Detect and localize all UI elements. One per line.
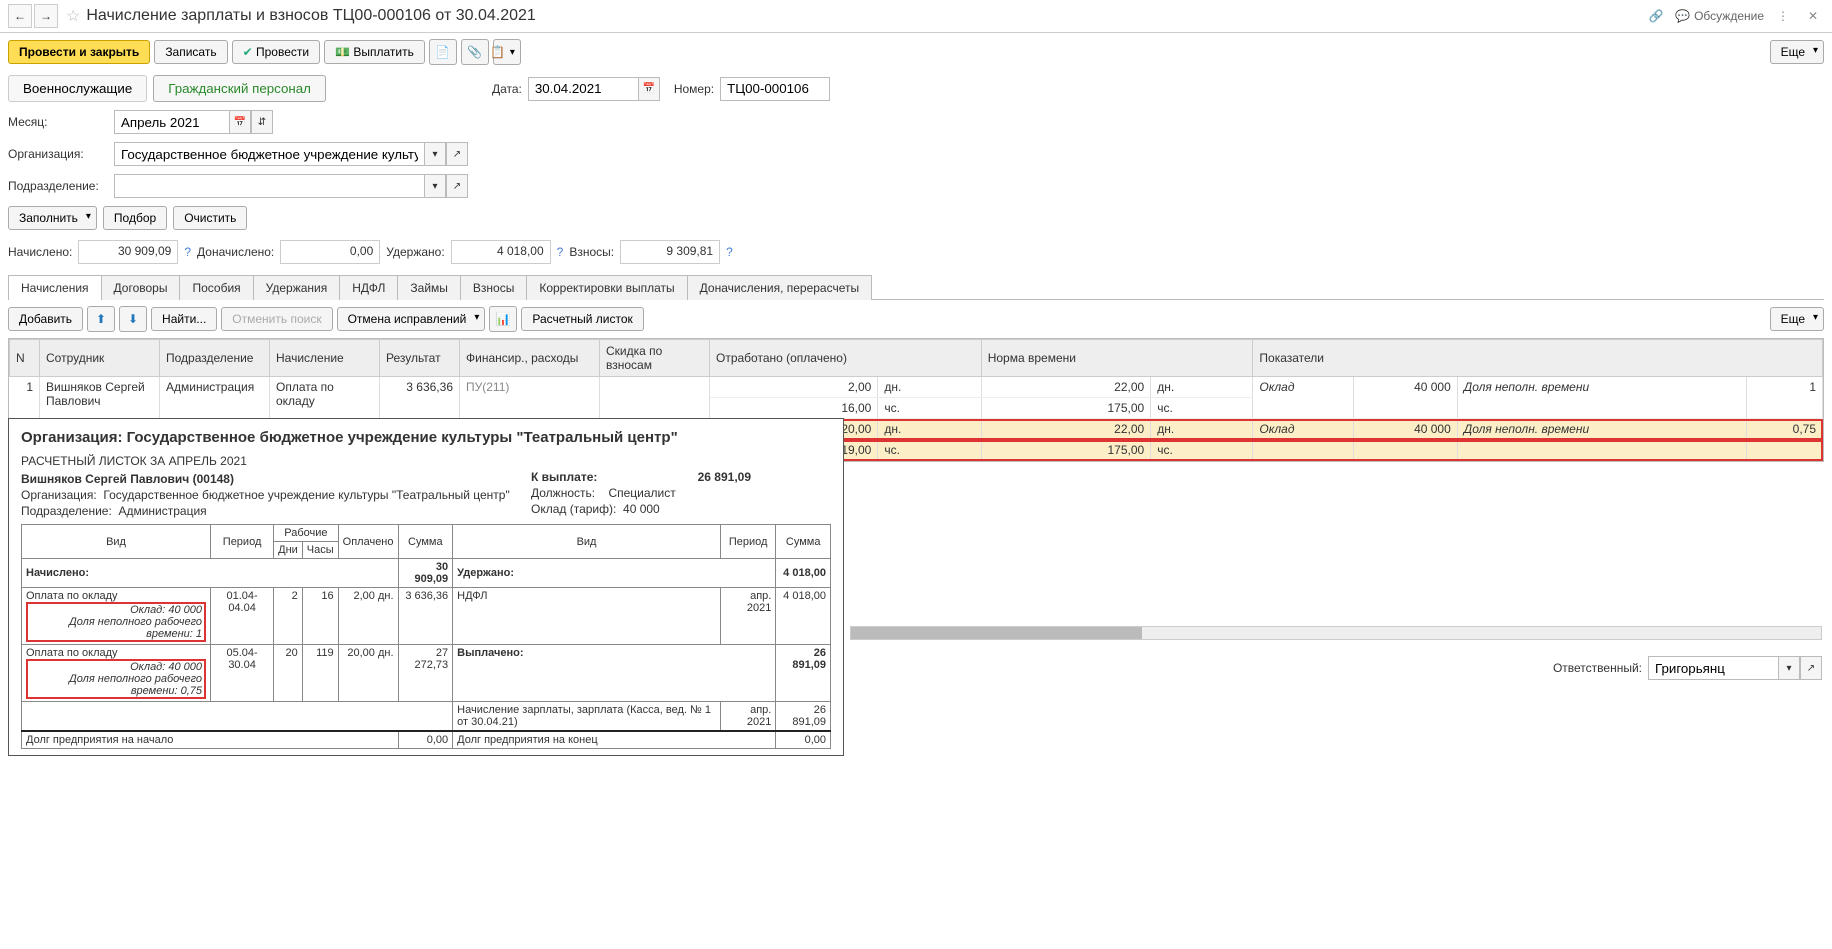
horizontal-scrollbar[interactable]	[850, 626, 1822, 640]
accrued-label: Начислено:	[8, 245, 72, 259]
col-indicators[interactable]: Показатели	[1253, 340, 1823, 377]
contrib-help-icon[interactable]: ?	[726, 245, 733, 259]
main-toolbar: Провести и закрыть Записать ✔ Провести 💵…	[0, 33, 1832, 71]
accrued-extra-label: Доначислено:	[197, 245, 274, 259]
scroll-thumb[interactable]	[851, 627, 1142, 639]
star-icon[interactable]: ☆	[66, 6, 80, 26]
org-label: Организация:	[8, 147, 108, 161]
select-button[interactable]: Подбор	[103, 206, 167, 230]
header-bar: ← → ☆ Начисление зарплаты и взносов ТЦ00…	[0, 0, 1832, 33]
division-input[interactable]	[114, 174, 424, 198]
number-input[interactable]	[720, 77, 830, 101]
move-down-button[interactable]: ⬇	[119, 306, 147, 332]
cancel-find-button[interactable]: Отменить поиск	[221, 307, 332, 331]
tab-civilian[interactable]: Гражданский персонал	[153, 75, 326, 102]
calendar-icon[interactable]: 📅	[638, 77, 660, 101]
cancel-fix-button[interactable]: Отмена исправлений	[337, 307, 486, 331]
more-menu-icon[interactable]: ⋮	[1772, 5, 1794, 27]
responsible-input[interactable]	[1648, 656, 1778, 680]
inner-toolbar: Добавить ⬆ ⬇ Найти... Отменить поиск Отм…	[0, 300, 1832, 338]
org-dropdown-icon[interactable]: ▾	[424, 142, 446, 166]
division-label: Подразделение:	[8, 179, 108, 193]
back-button[interactable]: ←	[8, 4, 32, 28]
withheld-value: 4 018,00	[451, 240, 551, 264]
responsible-dropdown-icon[interactable]: ▾	[1778, 656, 1800, 680]
withheld-label: Удержано:	[386, 245, 444, 259]
contrib-label: Взносы:	[569, 245, 614, 259]
pay-button[interactable]: 💵 Выплатить	[324, 40, 425, 64]
withheld-help-icon[interactable]: ?	[557, 245, 564, 259]
payslip-employee: Вишняков Сергей Павлович (00148)	[21, 472, 531, 486]
org-input[interactable]	[114, 142, 424, 166]
link-icon[interactable]: 🔗	[1645, 5, 1667, 27]
tab-contracts[interactable]: Договоры	[101, 275, 181, 300]
col-accrual[interactable]: Начисление	[270, 340, 380, 377]
month-stepper-icon[interactable]: ⇵	[251, 110, 273, 134]
copy-dropdown-button[interactable]: 📋	[493, 39, 521, 65]
division-open-icon[interactable]: ↗	[446, 174, 468, 198]
date-label: Дата:	[492, 82, 522, 96]
org-open-icon[interactable]: ↗	[446, 142, 468, 166]
payslip-subtitle: РАСЧЕТНЫЙ ЛИСТОК ЗА АПРЕЛЬ 2021	[21, 454, 831, 468]
contrib-value: 9 309,81	[620, 240, 720, 264]
payslip-table: Вид Период Рабочие Оплачено Сумма Вид Пе…	[21, 524, 831, 749]
add-button[interactable]: Добавить	[8, 307, 83, 331]
tab-military[interactable]: Военнослужащие	[8, 75, 147, 102]
more-button[interactable]: Еще	[1770, 40, 1824, 64]
inner-more-button[interactable]: Еще	[1770, 307, 1824, 331]
tab-recalcs[interactable]: Доначисления, перерасчеты	[687, 275, 872, 300]
col-norm[interactable]: Норма времени	[981, 340, 1253, 377]
check-icon: ✔	[243, 45, 253, 59]
forward-button[interactable]: →	[34, 4, 58, 28]
col-discount[interactable]: Скидка по взносам	[600, 340, 710, 377]
post-button[interactable]: ✔ Провести	[232, 40, 321, 64]
move-up-button[interactable]: ⬆	[87, 306, 115, 332]
tab-corrections[interactable]: Корректировки выплаты	[526, 275, 687, 300]
tab-ndfl[interactable]: НДФЛ	[339, 275, 398, 300]
discuss-button[interactable]: 💬Обсуждение	[1675, 9, 1764, 23]
money-icon: 💵	[335, 45, 350, 59]
number-label: Номер:	[674, 82, 714, 96]
page-title: Начисление зарплаты и взносов ТЦ00-00010…	[86, 7, 1645, 25]
fill-button[interactable]: Заполнить	[8, 206, 97, 230]
close-icon[interactable]: ✕	[1802, 5, 1824, 27]
attach-icon-button[interactable]: 📎	[461, 39, 489, 65]
tab-deductions[interactable]: Удержания	[253, 275, 341, 300]
find-button[interactable]: Найти...	[151, 307, 217, 331]
report-icon-button[interactable]: 📄	[429, 39, 457, 65]
col-n[interactable]: N	[10, 340, 40, 377]
payslip-panel: Организация: Государственное бюджетное у…	[8, 418, 844, 756]
col-worked[interactable]: Отработано (оплачено)	[710, 340, 982, 377]
col-employee[interactable]: Сотрудник	[40, 340, 160, 377]
tabs-nav: Начисления Договоры Пособия Удержания НД…	[8, 274, 1824, 300]
col-finance[interactable]: Финансир., расходы	[460, 340, 600, 377]
accrued-value: 30 909,09	[78, 240, 178, 264]
month-calendar-icon[interactable]: 📅	[229, 110, 251, 134]
post-and-close-button[interactable]: Провести и закрыть	[8, 40, 150, 64]
payslip-title: Организация: Государственное бюджетное у…	[21, 429, 831, 446]
division-dropdown-icon[interactable]: ▾	[424, 174, 446, 198]
chart-icon-button[interactable]: 📊	[489, 306, 517, 332]
col-result[interactable]: Результат	[380, 340, 460, 377]
save-button[interactable]: Записать	[154, 40, 227, 64]
tab-contributions[interactable]: Взносы	[460, 275, 527, 300]
accrued-help-icon[interactable]: ?	[184, 245, 191, 259]
payslip-button[interactable]: Расчетный листок	[521, 307, 643, 331]
table-row[interactable]: 1 Вишняков Сергей Павлович Администрация…	[10, 377, 1823, 398]
responsible-label: Ответственный:	[1553, 661, 1642, 675]
month-label: Месяц:	[8, 115, 108, 129]
month-input[interactable]	[114, 110, 229, 134]
col-division[interactable]: Подразделение	[160, 340, 270, 377]
tab-loans[interactable]: Займы	[397, 275, 461, 300]
tab-benefits[interactable]: Пособия	[179, 275, 253, 300]
date-input[interactable]	[528, 77, 638, 101]
accrued-extra-value: 0,00	[280, 240, 380, 264]
tab-accruals[interactable]: Начисления	[8, 275, 102, 300]
clear-button[interactable]: Очистить	[173, 206, 247, 230]
responsible-open-icon[interactable]: ↗	[1800, 656, 1822, 680]
